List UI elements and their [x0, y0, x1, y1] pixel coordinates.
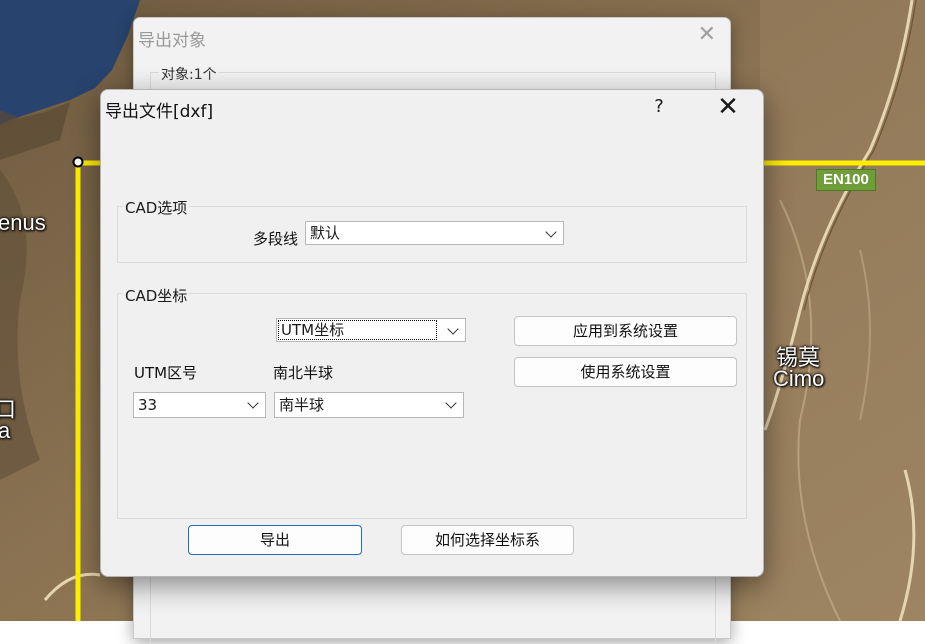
export-dxf-dialog: 导出文件[dxf] ? ✕ CAD选项 多段线 默认 CAD坐标 UTM坐标 应… [100, 89, 764, 577]
map-label-cimo-en: Cimo [773, 366, 825, 391]
utm-zone-value: 33 [138, 396, 158, 414]
help-icon[interactable]: ? [647, 94, 671, 120]
use-system-settings-button[interactable]: 使用系统设置 [514, 357, 737, 387]
road-shield-en100: EN100 [816, 169, 876, 191]
cad-options-title: CAD选项 [123, 197, 190, 218]
apply-to-system-button[interactable]: 应用到系统设置 [514, 316, 737, 346]
coord-system-value: UTM坐标 [281, 321, 345, 339]
polyline-select[interactable]: 默认 [305, 221, 564, 245]
coord-system-select[interactable]: UTM坐标 [276, 318, 466, 342]
hemisphere-label: 南北半球 [273, 364, 334, 382]
chevron-down-icon [545, 226, 557, 238]
polyline-label: 多段线 [253, 230, 299, 248]
utm-zone-label: UTM区号 [134, 364, 198, 382]
object-count-label: 对象:1个 [159, 64, 219, 84]
map-label-left-en: a [0, 418, 11, 443]
close-icon[interactable]: ✕ [713, 92, 743, 122]
dialog-title: 导出文件[dxf] [105, 102, 214, 122]
export-button[interactable]: 导出 [188, 525, 362, 555]
chevron-down-icon [445, 397, 457, 409]
cad-coords-title: CAD坐标 [123, 285, 190, 306]
close-icon[interactable]: ✕ [698, 22, 716, 48]
hemisphere-value: 南半球 [279, 396, 325, 414]
export-objects-title: 导出对象 [138, 31, 206, 51]
chevron-down-icon [247, 397, 259, 409]
boundary-vertex-marker [72, 156, 84, 168]
hemisphere-select[interactable]: 南半球 [274, 392, 464, 418]
utm-zone-select[interactable]: 33 [133, 392, 266, 418]
chevron-down-icon [447, 323, 459, 335]
how-to-choose-crs-button[interactable]: 如何选择坐标系 [401, 525, 574, 555]
map-label-enus: enus [0, 210, 46, 235]
polyline-select-value: 默认 [310, 224, 341, 242]
